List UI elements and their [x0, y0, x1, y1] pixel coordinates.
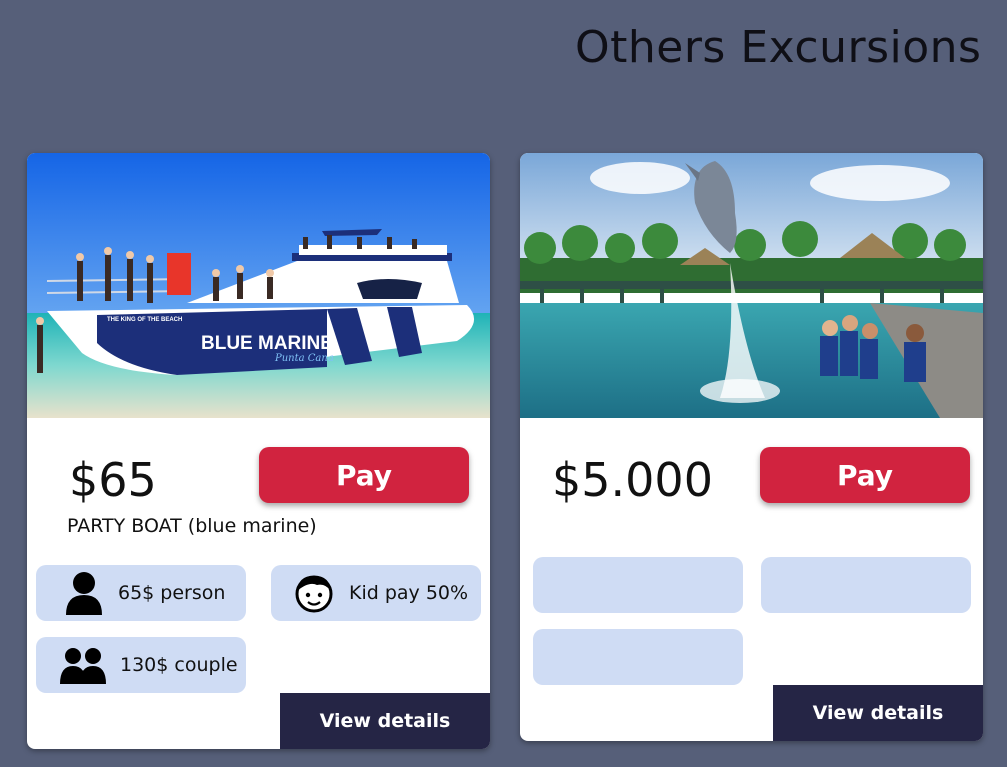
dolphin-photo [520, 153, 983, 418]
price-label: $5.000 [552, 453, 713, 507]
feature-chip-person: 65$ person [36, 565, 246, 621]
feature-label: 65$ person [118, 582, 226, 604]
feature-chip-couple: 130$ couple [36, 637, 246, 693]
excursion-name: PARTY BOAT (blue marine) [67, 515, 317, 537]
boat-name-text: BLUE MARINE [201, 333, 333, 354]
view-details-button[interactable]: View details [280, 693, 490, 749]
feature-label: 130$ couple [120, 654, 238, 676]
person-icon [64, 571, 104, 615]
party-boat-photo: THE KING OF THE BEACH BLUE MARINE Punta … [27, 153, 490, 418]
feature-chip-empty [533, 629, 743, 685]
excursion-card-dolphin: $5.000 Pay View details [520, 153, 983, 741]
couple-icon [60, 646, 106, 684]
price-label: $65 [69, 453, 157, 507]
page-title: Others Excursions [575, 22, 982, 73]
feature-label: Kid pay 50% [349, 582, 469, 604]
feature-chip-kid: Kid pay 50% [271, 565, 481, 621]
view-details-button[interactable]: View details [773, 685, 983, 741]
feature-chip-empty [761, 557, 971, 613]
feature-chip-empty [533, 557, 743, 613]
pay-button[interactable]: Pay [760, 447, 970, 503]
pay-button[interactable]: Pay [259, 447, 469, 503]
kid-face-icon [293, 573, 335, 613]
excursion-card-party-boat: THE KING OF THE BEACH BLUE MARINE Punta … [27, 153, 490, 749]
boat-tagline-text: THE KING OF THE BEACH [107, 317, 182, 323]
boat-script-text: Punta Cana [274, 353, 334, 364]
